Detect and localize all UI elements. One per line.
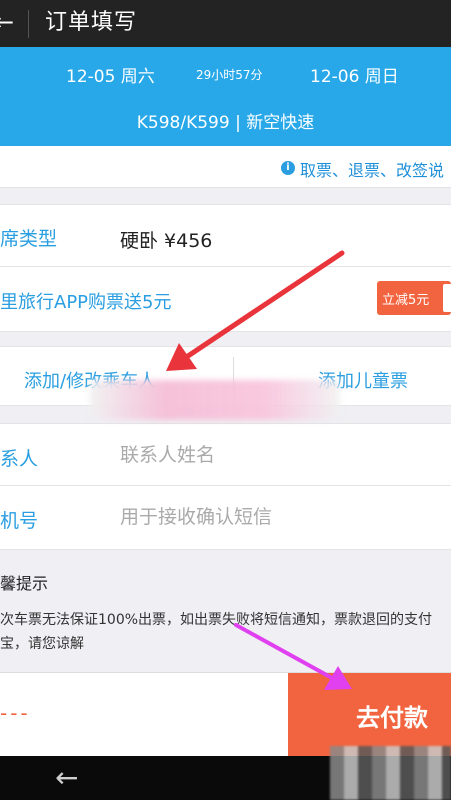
trip-duration: 29小时57分	[196, 68, 263, 82]
page-title: 订单填写	[45, 10, 138, 35]
seat-type-row[interactable]: 席类型 硬卧 ¥456	[0, 204, 451, 267]
promo-label: 里旅行APP购票送5元	[0, 292, 172, 313]
order-total: ---	[0, 701, 31, 725]
phone-label: 机号	[0, 510, 39, 532]
tips-body: 次车票无法保证100%出票，如出票失败将短信通知，票款退回的支付宝，请您谅解	[0, 612, 433, 652]
system-nav-bar: ←	[0, 756, 451, 800]
pay-button[interactable]: 去付款	[288, 673, 451, 757]
add-child-ticket-button[interactable]: 添加儿童票	[318, 367, 408, 393]
phone-row: 机号	[0, 486, 451, 550]
passenger-row: 添加/修改乘车人 添加儿童票	[0, 346, 451, 406]
promo-row[interactable]: 里旅行APP购票送5元 立减5元	[0, 267, 451, 332]
title-bar: ← 订单填写	[0, 0, 451, 47]
contact-name-input[interactable]	[120, 440, 440, 470]
arrival-date: 12-06 周日	[310, 67, 399, 87]
tips-heading: 馨提示	[0, 574, 49, 593]
train-number: K598/K599 | 新空快速	[136, 113, 315, 133]
train-info-panel: 12-05 周六 29小时57分 12-06 周日 K598/K599 | 新空…	[0, 47, 451, 146]
ticket-notice-bar[interactable]: i 取票、退票、改签说	[0, 146, 451, 188]
seat-type-value: 硬卧 ¥456	[120, 230, 213, 252]
contact-name-row: 系人	[0, 423, 451, 486]
phone-input[interactable]	[120, 502, 440, 532]
seat-type-label: 席类型	[0, 228, 58, 250]
tips-section: 馨提示 次车票无法保证100%出票，如出票失败将短信通知，票款退回的支付宝，请您…	[0, 552, 451, 672]
ticket-rules-link[interactable]: 取票、退票、改签说	[300, 157, 444, 181]
discount-badge[interactable]: 立减5元	[377, 281, 451, 315]
info-icon: i	[281, 161, 295, 175]
contact-name-label: 系人	[0, 448, 39, 470]
toggle-edge	[443, 284, 451, 312]
nav-back-icon[interactable]: ←	[55, 763, 78, 793]
departure-date: 12-05 周六	[66, 67, 155, 87]
passenger-divider	[233, 357, 234, 397]
back-arrow-icon[interactable]: ←	[0, 10, 14, 34]
checkout-bar: --- 去付款	[0, 672, 451, 757]
title-divider	[28, 10, 29, 38]
add-passenger-button[interactable]: 添加/修改乘车人	[24, 367, 156, 393]
discount-badge-text: 立减5元	[382, 293, 430, 308]
